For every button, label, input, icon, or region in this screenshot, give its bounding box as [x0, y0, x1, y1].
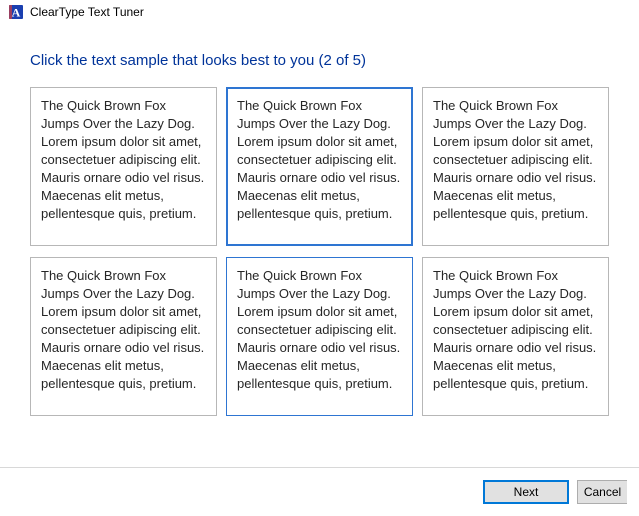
- text-sample-6[interactable]: The Quick Brown Fox Jumps Over the Lazy …: [422, 257, 609, 416]
- title-bar: A ClearType Text Tuner: [0, 0, 639, 22]
- cancel-button[interactable]: Cancel: [577, 480, 627, 504]
- sample-grid: The Quick Brown Fox Jumps Over the Lazy …: [0, 87, 639, 416]
- text-sample-3[interactable]: The Quick Brown Fox Jumps Over the Lazy …: [422, 87, 609, 246]
- footer-bar: Next Cancel: [0, 467, 639, 516]
- text-sample-2[interactable]: The Quick Brown Fox Jumps Over the Lazy …: [226, 87, 413, 246]
- svg-text:A: A: [12, 6, 21, 20]
- cleartype-app-icon: A: [8, 4, 24, 20]
- text-sample-1[interactable]: The Quick Brown Fox Jumps Over the Lazy …: [30, 87, 217, 246]
- instruction-text: Click the text sample that looks best to…: [0, 22, 639, 87]
- window-title: ClearType Text Tuner: [30, 5, 144, 19]
- next-button[interactable]: Next: [483, 480, 569, 504]
- text-sample-5[interactable]: The Quick Brown Fox Jumps Over the Lazy …: [226, 257, 413, 416]
- text-sample-4[interactable]: The Quick Brown Fox Jumps Over the Lazy …: [30, 257, 217, 416]
